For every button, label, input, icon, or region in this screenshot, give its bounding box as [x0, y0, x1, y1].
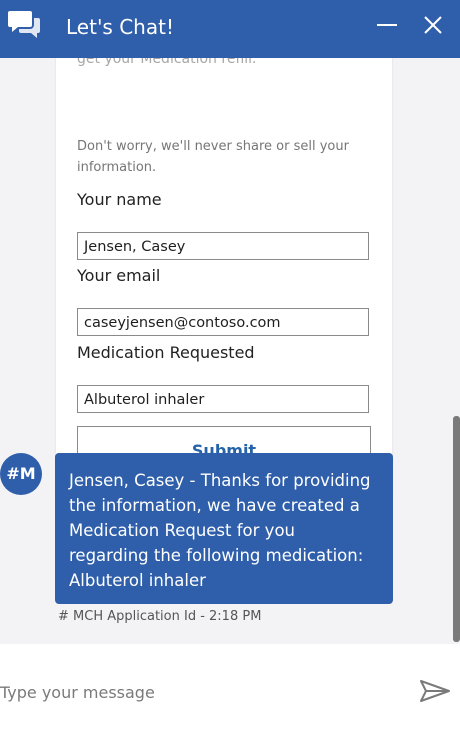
close-button[interactable] — [418, 10, 448, 40]
send-icon — [420, 680, 450, 702]
message-composer — [0, 644, 460, 737]
message-meta: # MCH Application Id - 2:18 PM — [58, 609, 262, 624]
message-line: regarding the following medication: — [69, 546, 364, 565]
chat-transcript[interactable]: get your Medication refill. Don't worry,… — [0, 58, 460, 644]
message-line: Medication Request for you — [69, 521, 295, 540]
message-line: Albuterol inhaler — [69, 571, 206, 590]
email-field[interactable]: caseyjensen@contoso.com — [77, 308, 369, 336]
medication-form-card: get your Medication refill. Don't worry,… — [56, 58, 392, 496]
name-label: Your name — [77, 190, 162, 209]
message-input[interactable] — [0, 680, 400, 704]
chat-title: Let's Chat! — [66, 15, 174, 39]
medication-field[interactable]: Albuterol inhaler — [77, 385, 369, 413]
form-intro-text: get your Medication refill. — [77, 58, 257, 67]
transcript-scrollbar[interactable] — [453, 416, 460, 642]
send-button[interactable] — [418, 677, 452, 705]
chat-header: Let's Chat! — [0, 0, 460, 58]
medication-label: Medication Requested — [77, 343, 255, 362]
bot-message-bubble: Jensen, Casey - Thanks for providing the… — [55, 453, 393, 604]
message-line: Jensen, Casey - Thanks for providing — [69, 471, 371, 490]
close-icon — [424, 16, 442, 34]
email-label: Your email — [77, 266, 161, 285]
message-line: the information, we have created a — [69, 496, 360, 515]
privacy-disclaimer: Don't worry, we'll never share or sell y… — [77, 139, 349, 175]
bot-avatar: #M — [0, 453, 42, 495]
minimize-button[interactable] — [372, 10, 402, 40]
chat-bubbles-icon — [8, 11, 40, 38]
minimize-icon — [377, 24, 397, 26]
name-field[interactable]: Jensen, Casey — [77, 232, 369, 260]
